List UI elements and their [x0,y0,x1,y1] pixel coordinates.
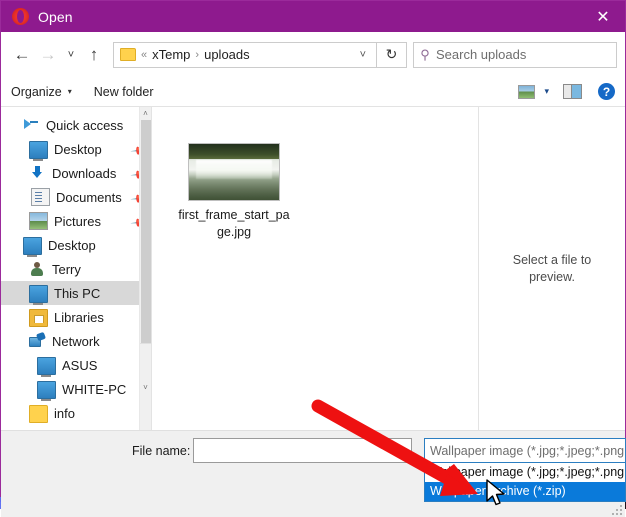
search-icon: ⚲ [420,46,430,62]
breadcrumb-overflow[interactable]: « [141,49,147,61]
file-name-label: File name: [132,444,191,458]
title-bar: Open ✕ [1,1,625,32]
refresh-button[interactable]: ↻ [377,41,407,68]
sidebar-item-label: info [54,405,75,421]
sidebar-item-label: Desktop [48,237,96,253]
monitor-icon [29,140,48,161]
file-type-dropdown-list[interactable]: Wallpaper image (*.jpg;*.jpeg;*.png;*.s … [424,463,626,502]
preview-empty-message: Select a file to preview. [512,252,592,284]
sidebar-item-label: This PC [54,285,101,301]
monitor-icon [37,380,56,401]
document-icon [31,188,50,206]
window-title: Open [38,8,73,25]
sidebar-item-terry[interactable]: Terry [1,257,151,281]
preview-pane: Select a file to preview. [479,107,625,430]
dialog-footer: File name: ˅ Wallpaper image (*.jpg;*.jp… [1,430,626,517]
search-box[interactable]: ⚲ Search uploads [413,41,617,68]
sidebar-scrollbar[interactable]: ˄ ˅ [139,107,151,430]
file-name-input[interactable]: ˅ [193,438,412,463]
sidebar-item-info[interactable]: info [1,401,151,425]
sidebar-item-this-pc[interactable]: This PC [1,281,151,305]
sidebar-item-label: Pictures [54,213,101,229]
sidebar-item-label: Quick access [46,117,124,133]
scrollbar-thumb[interactable] [141,120,151,353]
chevron-down-icon: ▾ [67,87,72,96]
recent-locations-button[interactable]: ˅ [61,41,81,69]
network-icon [29,333,46,349]
back-button[interactable]: ← [9,41,35,69]
sidebar-item-label: Desktop [54,141,102,157]
sidebar-item-libraries[interactable]: Libraries [1,305,151,329]
picture-icon [29,212,48,230]
organize-button[interactable]: Organize ▾ [11,85,72,99]
file-item[interactable]: first_frame_start_page.jpg [178,143,290,241]
opera-logo-icon [12,8,29,25]
file-name-chevron-down-icon[interactable]: ˅ [393,445,411,456]
sidebar-item-label: Libraries [54,309,104,325]
sidebar-item-network[interactable]: Network [1,329,151,353]
sidebar-item-quick-access[interactable]: Quick access [1,113,151,137]
sidebar-item-desktop-quick[interactable]: Desktop 📌 [1,137,151,161]
up-button[interactable]: ↑ [81,41,107,69]
sidebar-item-label: Network [52,333,100,349]
dropdown-option-wallpaper-image[interactable]: Wallpaper image (*.jpg;*.jpeg;*.png;*.s [425,463,625,482]
scroll-down-icon[interactable]: ˅ [140,343,151,430]
sidebar-item-white-pc[interactable]: WHITE-PC [1,377,151,401]
navigation-sidebar: Quick access Desktop 📌 Downloads 📌 Docum… [1,107,152,430]
forward-button[interactable]: → [35,41,61,69]
file-list[interactable]: first_frame_start_page.jpg [152,107,479,430]
breadcrumb-separator: › [195,48,200,61]
sidebar-item-label: ASUS [62,357,98,373]
command-bar-right-group: ▾ ? [518,83,615,100]
help-button[interactable]: ? [598,83,615,100]
address-bar[interactable]: « xTemp › uploads ˅ [113,41,377,68]
sidebar-item-label: Terry [52,261,81,277]
star-pin-icon [23,117,40,133]
folder-icon [29,405,48,423]
command-bar: Organize ▾ New folder ▾ ? [1,77,625,107]
file-name-label: first_frame_start_page.jpg [178,208,290,239]
picture-view-icon[interactable] [518,84,536,99]
breadcrumb-item-xtemp[interactable]: xTemp [152,47,190,62]
monitor-icon [29,284,48,305]
sidebar-item-pictures[interactable]: Pictures 📌 [1,209,151,233]
organize-label: Organize [11,84,62,99]
view-options-chevron-down-icon[interactable]: ▾ [544,86,549,97]
sidebar-item-label: WHITE-PC [62,381,127,397]
search-input[interactable]: Search uploads [436,47,526,62]
sidebar-item-documents[interactable]: Documents 📌 [1,185,151,209]
folder-icon [120,48,136,61]
file-type-selected-value: Wallpaper image (*.jpg;*.jpeg;*.png;*.s [430,443,626,458]
monitor-icon [37,356,56,377]
user-icon [29,261,46,277]
resize-grip[interactable] [612,505,622,515]
sidebar-item-downloads[interactable]: Downloads 📌 [1,161,151,185]
sidebar-item-label: Downloads [52,165,117,181]
scroll-up-icon[interactable]: ˄ [140,107,151,119]
sidebar-item-asus[interactable]: ASUS [1,353,151,377]
navigation-tree: Quick access Desktop 📌 Downloads 📌 Docum… [1,107,151,425]
download-arrow-icon [29,165,46,181]
preview-pane-icon[interactable] [563,84,582,99]
file-type-filter-combobox[interactable]: Wallpaper image (*.jpg;*.jpeg;*.png;*.s [424,438,626,463]
breadcrumb-item-uploads[interactable]: uploads [204,47,250,62]
open-file-dialog: Open ✕ ← → ˅ ↑ « xTemp › uploads ˅ ↻ ⚲ S… [0,0,626,517]
monitor-icon [23,236,42,257]
new-folder-button[interactable]: New folder [94,85,154,99]
close-button[interactable]: ✕ [581,1,625,32]
dialog-body: Quick access Desktop 📌 Downloads 📌 Docum… [1,107,625,430]
address-dropdown-icon[interactable]: ˅ [356,49,376,61]
sidebar-item-desktop-root[interactable]: Desktop [1,233,151,257]
library-folder-icon [29,308,48,327]
dropdown-option-wallpaper-archive[interactable]: Wallpaper archive (*.zip) [425,482,625,501]
waterfall-photo-thumbnail [188,143,280,201]
sidebar-item-label: Documents [56,189,122,205]
navigation-bar: ← → ˅ ↑ « xTemp › uploads ˅ ↻ ⚲ Search u… [1,32,625,77]
